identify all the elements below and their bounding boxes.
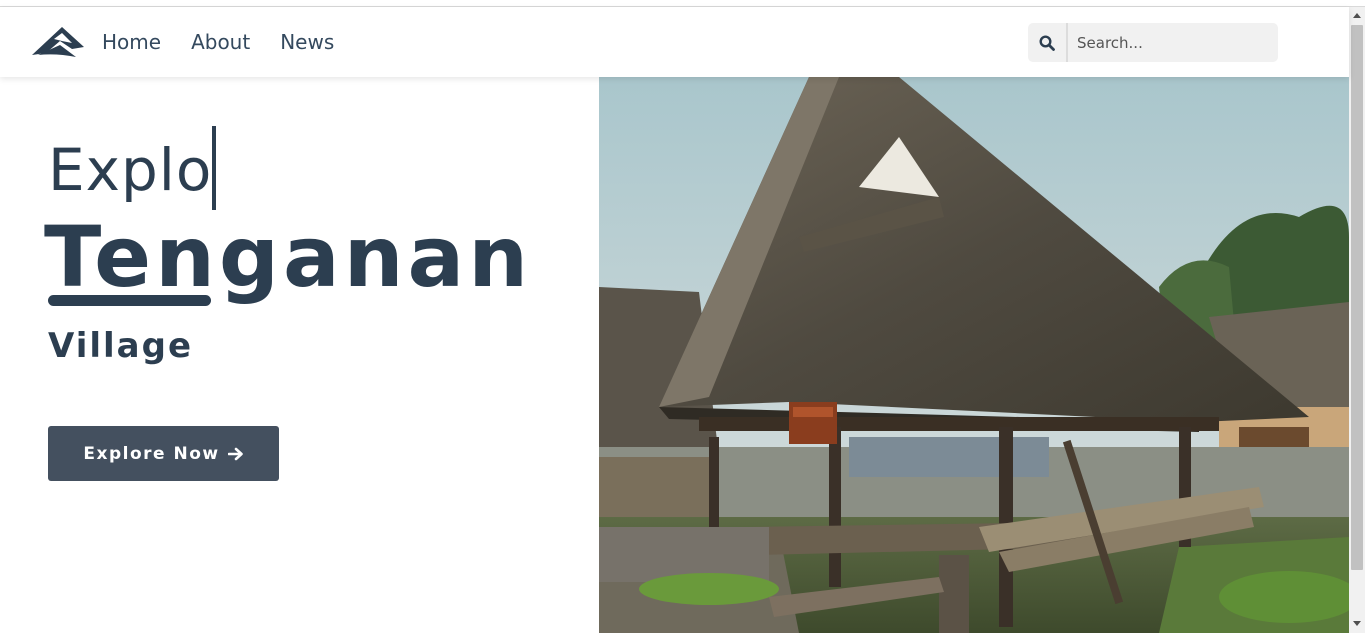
search-button[interactable] [1028, 23, 1068, 62]
nav-link-about[interactable]: About [191, 28, 250, 56]
nav-links: Home About News [102, 28, 364, 56]
typed-text: Explo [48, 136, 213, 204]
hero-text-panel: Explo Tenganan Village Explore Now [0, 77, 599, 633]
search-box [1028, 23, 1278, 62]
hero-image [599, 77, 1349, 633]
nav-link-news[interactable]: News [280, 28, 334, 56]
page-scrollbar[interactable] [1349, 7, 1365, 633]
nav-link-home[interactable]: Home [102, 28, 161, 56]
arrow-right-icon [227, 447, 243, 460]
browser-top-edge [0, 0, 1365, 7]
scroll-up-icon[interactable] [1353, 13, 1361, 18]
search-input[interactable] [1068, 23, 1273, 62]
thatched-house-photo [599, 77, 1349, 633]
search-icon [1039, 34, 1055, 51]
hero-title: Tenganan [44, 208, 533, 306]
scroll-thumb[interactable] [1351, 25, 1363, 570]
explore-now-label: Explore Now [83, 443, 220, 464]
mountain-logo-icon[interactable] [32, 23, 84, 59]
title-underline [48, 295, 211, 306]
explore-now-button[interactable]: Explore Now [48, 426, 279, 481]
typing-caret [212, 126, 217, 210]
hero-subtitle: Village [48, 326, 194, 366]
scroll-down-icon[interactable] [1353, 621, 1361, 626]
navbar: Home About News [0, 7, 1349, 77]
typed-headline: Explo [48, 126, 217, 210]
